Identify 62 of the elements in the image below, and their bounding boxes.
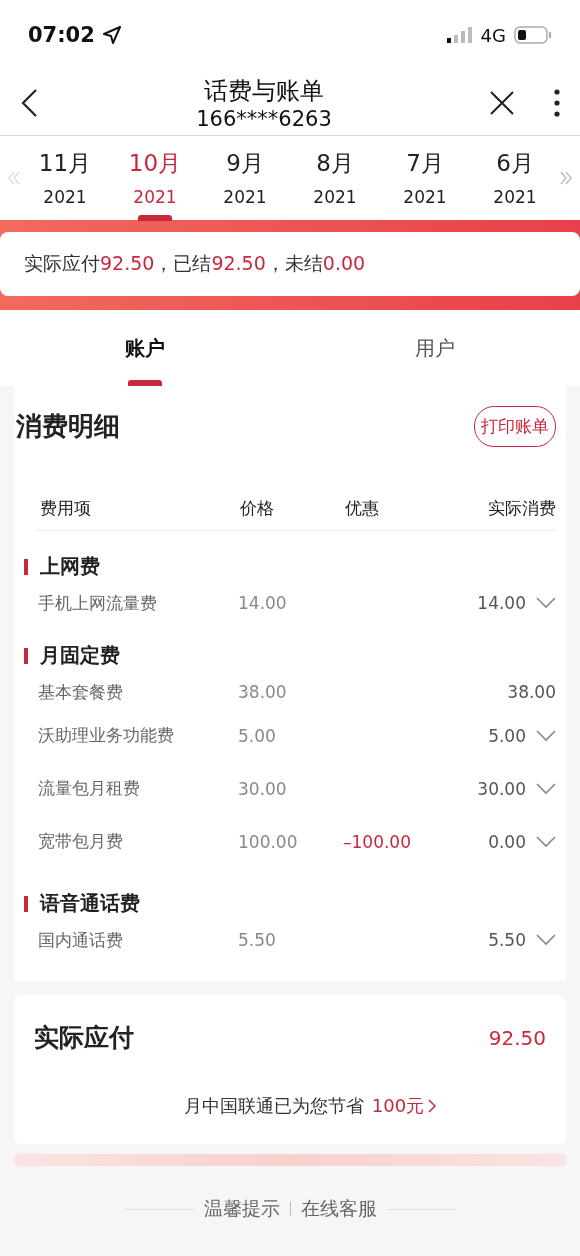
- network-label: 4G: [480, 24, 506, 46]
- group-title: 语音通话费: [40, 890, 140, 917]
- chevron-down-icon[interactable]: [536, 597, 556, 609]
- discount-cell: –100.00: [343, 831, 411, 852]
- service-link[interactable]: 在线客服: [300, 1196, 377, 1222]
- month-tab[interactable]: 8月 2021: [300, 139, 370, 217]
- column-header: 实际消费: [487, 497, 556, 520]
- group-marker: [24, 647, 28, 664]
- total-amount: 92.50: [488, 1025, 546, 1050]
- more-icon[interactable]: [554, 88, 560, 117]
- close-icon[interactable]: [490, 90, 514, 115]
- price-cell-text: 38.00: [238, 682, 288, 702]
- print-bill-button[interactable]: 打印账单: [474, 406, 556, 447]
- price-cell-text: 100.00: [238, 831, 299, 852]
- group-title: 月固定费: [40, 642, 120, 669]
- column-header: 费用项: [40, 497, 92, 520]
- fee-name: 宽带包月费: [38, 830, 124, 853]
- price-cell-text: 5.50: [238, 930, 277, 950]
- phone-number: 166****6263: [196, 106, 332, 131]
- actual-cell: 5.50: [488, 930, 526, 950]
- view-tab[interactable]: 用户: [290, 310, 580, 386]
- section-title: 消费明细: [16, 410, 120, 443]
- tips-link[interactable]: 温馨提示: [203, 1196, 280, 1222]
- actual-cell: 5.00: [488, 725, 526, 746]
- actual-cell: 0.00: [488, 831, 526, 852]
- double-chevron-right-icon[interactable]: [560, 171, 572, 185]
- actual-cell: 14.00: [477, 593, 526, 613]
- page-title: 话费与账单: [204, 75, 324, 107]
- month-tab[interactable]: 11月 2021: [30, 139, 100, 217]
- month-tab[interactable]: 9月 2021: [210, 139, 280, 217]
- fee-name: 国内通话费: [38, 928, 124, 952]
- location-arrow-icon: [102, 26, 121, 44]
- savings-link[interactable]: 100元: [371, 1094, 437, 1118]
- chevron-down-icon[interactable]: [536, 835, 556, 848]
- chevron-down-icon[interactable]: [536, 934, 556, 946]
- month-tab[interactable]: 7月 2021: [390, 139, 460, 217]
- summary-text: 实际应付92.50，已结92.50，未结0.00: [24, 251, 366, 276]
- total-label: 实际应付: [34, 1022, 134, 1054]
- back-icon[interactable]: [20, 87, 38, 118]
- battery-icon: [514, 26, 552, 44]
- price-cell-text: 14.00: [238, 593, 288, 613]
- column-header: 价格: [240, 497, 275, 520]
- actual-cell: 30.00: [477, 778, 526, 799]
- group-title: 上网费: [40, 553, 100, 580]
- group-marker: [24, 895, 28, 912]
- chevron-down-icon[interactable]: [536, 729, 556, 742]
- fee-name: 流量包月租费: [38, 777, 141, 800]
- chevron-down-icon[interactable]: [536, 782, 556, 795]
- view-tab[interactable]: 账户: [0, 310, 290, 386]
- group-marker: [24, 558, 28, 575]
- price-cell-text: 5.00: [238, 725, 277, 746]
- savings-text: 月中国联通已为您节省: [183, 1094, 364, 1118]
- chevron-right-icon: [428, 1099, 437, 1113]
- column-header: 优惠: [345, 497, 380, 520]
- fee-name: 沃助理业务功能费: [38, 724, 175, 747]
- price-cell-text: 30.00: [238, 778, 288, 799]
- fee-name: 基本套餐费: [38, 680, 124, 704]
- status-time: 07:02: [28, 23, 95, 47]
- actual-cell: 38.00: [507, 682, 556, 702]
- fee-name: 手机上网流量费: [38, 591, 158, 615]
- signal-icon: [446, 27, 473, 43]
- month-tab[interactable]: 6月 2021: [480, 139, 550, 217]
